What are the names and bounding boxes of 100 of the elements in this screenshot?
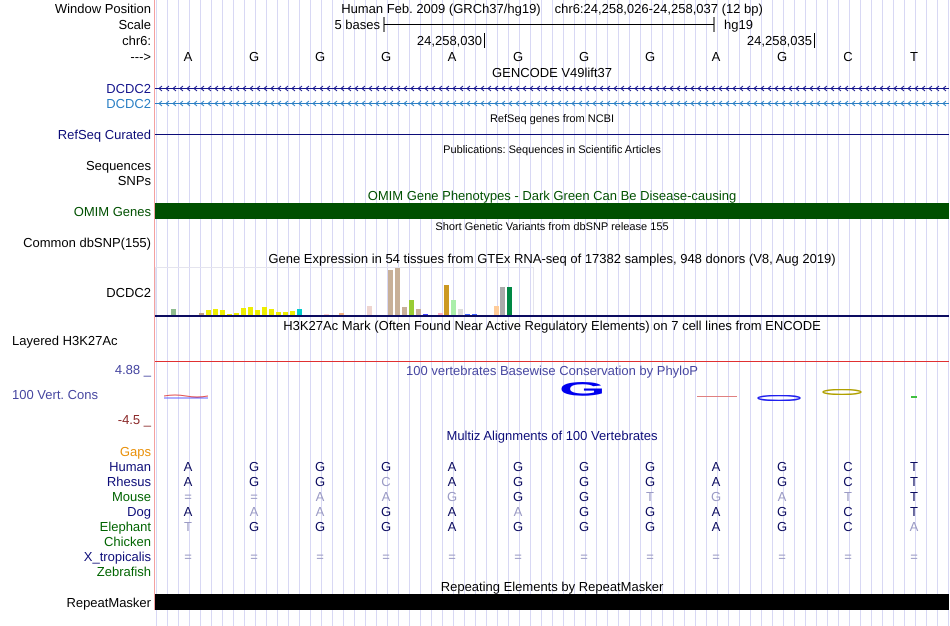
position-text: chr6:24,258,026-24,258,037 (12 bp) (554, 0, 763, 16)
alignment-base: A (182, 504, 194, 519)
alignment-base: A (446, 504, 458, 519)
alignment-base: G (776, 519, 788, 534)
row-label: Window Position (54, 0, 151, 16)
assembly-title: Human Feb. 2009 (GRCh37/hg19) (341, 0, 541, 16)
track-label: DCDC2 (106, 81, 151, 96)
alignment-base: = (183, 489, 193, 504)
row-label: Scale (118, 17, 151, 32)
alignment-base: A (314, 489, 326, 504)
alignment-base: G (578, 519, 590, 534)
alignment-base: G (380, 504, 392, 519)
track-label: Common dbSNP(155) (23, 235, 151, 250)
alignment-base: = (249, 549, 259, 564)
alignment-base: C (842, 474, 854, 489)
alignment-base: G (578, 489, 590, 504)
assembly-name: hg19 (724, 17, 753, 32)
alignment-base: T (909, 504, 919, 519)
alignment-base: G (776, 504, 788, 519)
alignment-base: = (777, 549, 787, 564)
alignment-base: C (380, 474, 392, 489)
logo-letter: G (559, 381, 609, 396)
alignment-base: A (710, 504, 722, 519)
logo-mark-icon (757, 395, 801, 401)
sequence-base: A (446, 48, 458, 64)
alignment-base: G (248, 459, 260, 474)
alignment-base: = (447, 549, 457, 564)
alignment-base: G (512, 474, 524, 489)
alignment-base: = (381, 549, 391, 564)
species-label: Human (109, 459, 151, 474)
alignment-base: G (644, 519, 656, 534)
alignment-base: G (512, 459, 524, 474)
alignment-base: = (711, 549, 721, 564)
alignment-base: G (776, 474, 788, 489)
track-title: Multiz Alignments of 100 Vertebrates (445, 428, 658, 443)
track-label: DCDC2 (106, 96, 151, 111)
alignment-base: C (842, 504, 854, 519)
alignment-base: A (446, 519, 458, 534)
species-label: Zebrafish (96, 564, 151, 579)
axis-min-label: -4.5 _ (118, 412, 151, 427)
alignment-base: = (843, 549, 853, 564)
alignment-base: G (512, 519, 524, 534)
alignment-base: A (248, 504, 260, 519)
alignment-base: A (710, 459, 722, 474)
alignment-base: G (512, 489, 524, 504)
species-label: Dog (127, 504, 151, 519)
strand-label: ---> (130, 48, 151, 64)
species-label: Elephant (100, 519, 151, 534)
track-label: 100 Vert. Cons (12, 387, 98, 402)
alignment-base: A (776, 489, 788, 504)
coordinate-label: 24,258,035 (746, 33, 815, 48)
sequence-base: G (512, 48, 524, 64)
alignment-base: G (314, 459, 326, 474)
coordinate-label: 24,258,030 (416, 33, 485, 48)
alignment-base: G (314, 474, 326, 489)
alignment-base: A (314, 504, 326, 519)
alignment-base: G (578, 474, 590, 489)
species-label: X_tropicalis (84, 549, 151, 564)
track-label: RepeatMasker (66, 594, 151, 610)
alignment-base: G (578, 504, 590, 519)
alignment-base: C (842, 519, 854, 534)
axis-max-label: 4.88 _ (114, 362, 151, 377)
alignment-base: T (645, 489, 655, 504)
alignment-base: G (644, 459, 656, 474)
track-title: Publications: Sequences in Scientific Articles (442, 143, 662, 157)
alignment-base: T (909, 474, 919, 489)
alignment-base: A (908, 519, 920, 534)
track-label: RefSeq Curated (58, 127, 151, 142)
sequence-base: G (314, 48, 326, 64)
alignment-base: G (248, 474, 260, 489)
alignment-base: T (909, 489, 919, 504)
sequence-base: G (644, 48, 656, 64)
sequence-base: G (776, 48, 788, 64)
track-title: OMIM Gene Phenotypes - Dark Green Can Be Disease-causing (366, 188, 738, 203)
track-label: DCDC2 (106, 284, 151, 300)
alignment-base: G (380, 519, 392, 534)
track-title: Short Genetic Variants from dbSNP release 155 (434, 220, 670, 234)
alignment-base: = (249, 489, 259, 504)
alignment-base: T (909, 459, 919, 474)
species-label: Chicken (104, 534, 151, 549)
alignment-base: A (446, 459, 458, 474)
species-label: Mouse (112, 489, 151, 504)
alignment-base: = (183, 549, 193, 564)
alignment-base: A (182, 459, 194, 474)
alignment-base: A (182, 474, 194, 489)
sequence-base: A (182, 48, 194, 64)
track-label: Sequences (86, 158, 151, 173)
alignment-base: G (710, 489, 722, 504)
species-label: Rhesus (106, 474, 151, 489)
alignment-base: G (314, 519, 326, 534)
alignment-base: A (710, 474, 722, 489)
track-title: H3K27Ac Mark (Often Found Near Active Regulatory Elements) on 7 cell lines from ENCODE (282, 318, 822, 332)
alignment-base: G (446, 489, 458, 504)
sequence-base: G (380, 48, 392, 64)
track-title: Repeating Elements by RepeatMasker (440, 579, 664, 594)
sequence-base: A (710, 48, 722, 64)
alignment-base: = (315, 549, 325, 564)
alignment-base: T (843, 489, 853, 504)
scale-text: 5 bases (333, 17, 381, 32)
alignment-base: G (380, 459, 392, 474)
